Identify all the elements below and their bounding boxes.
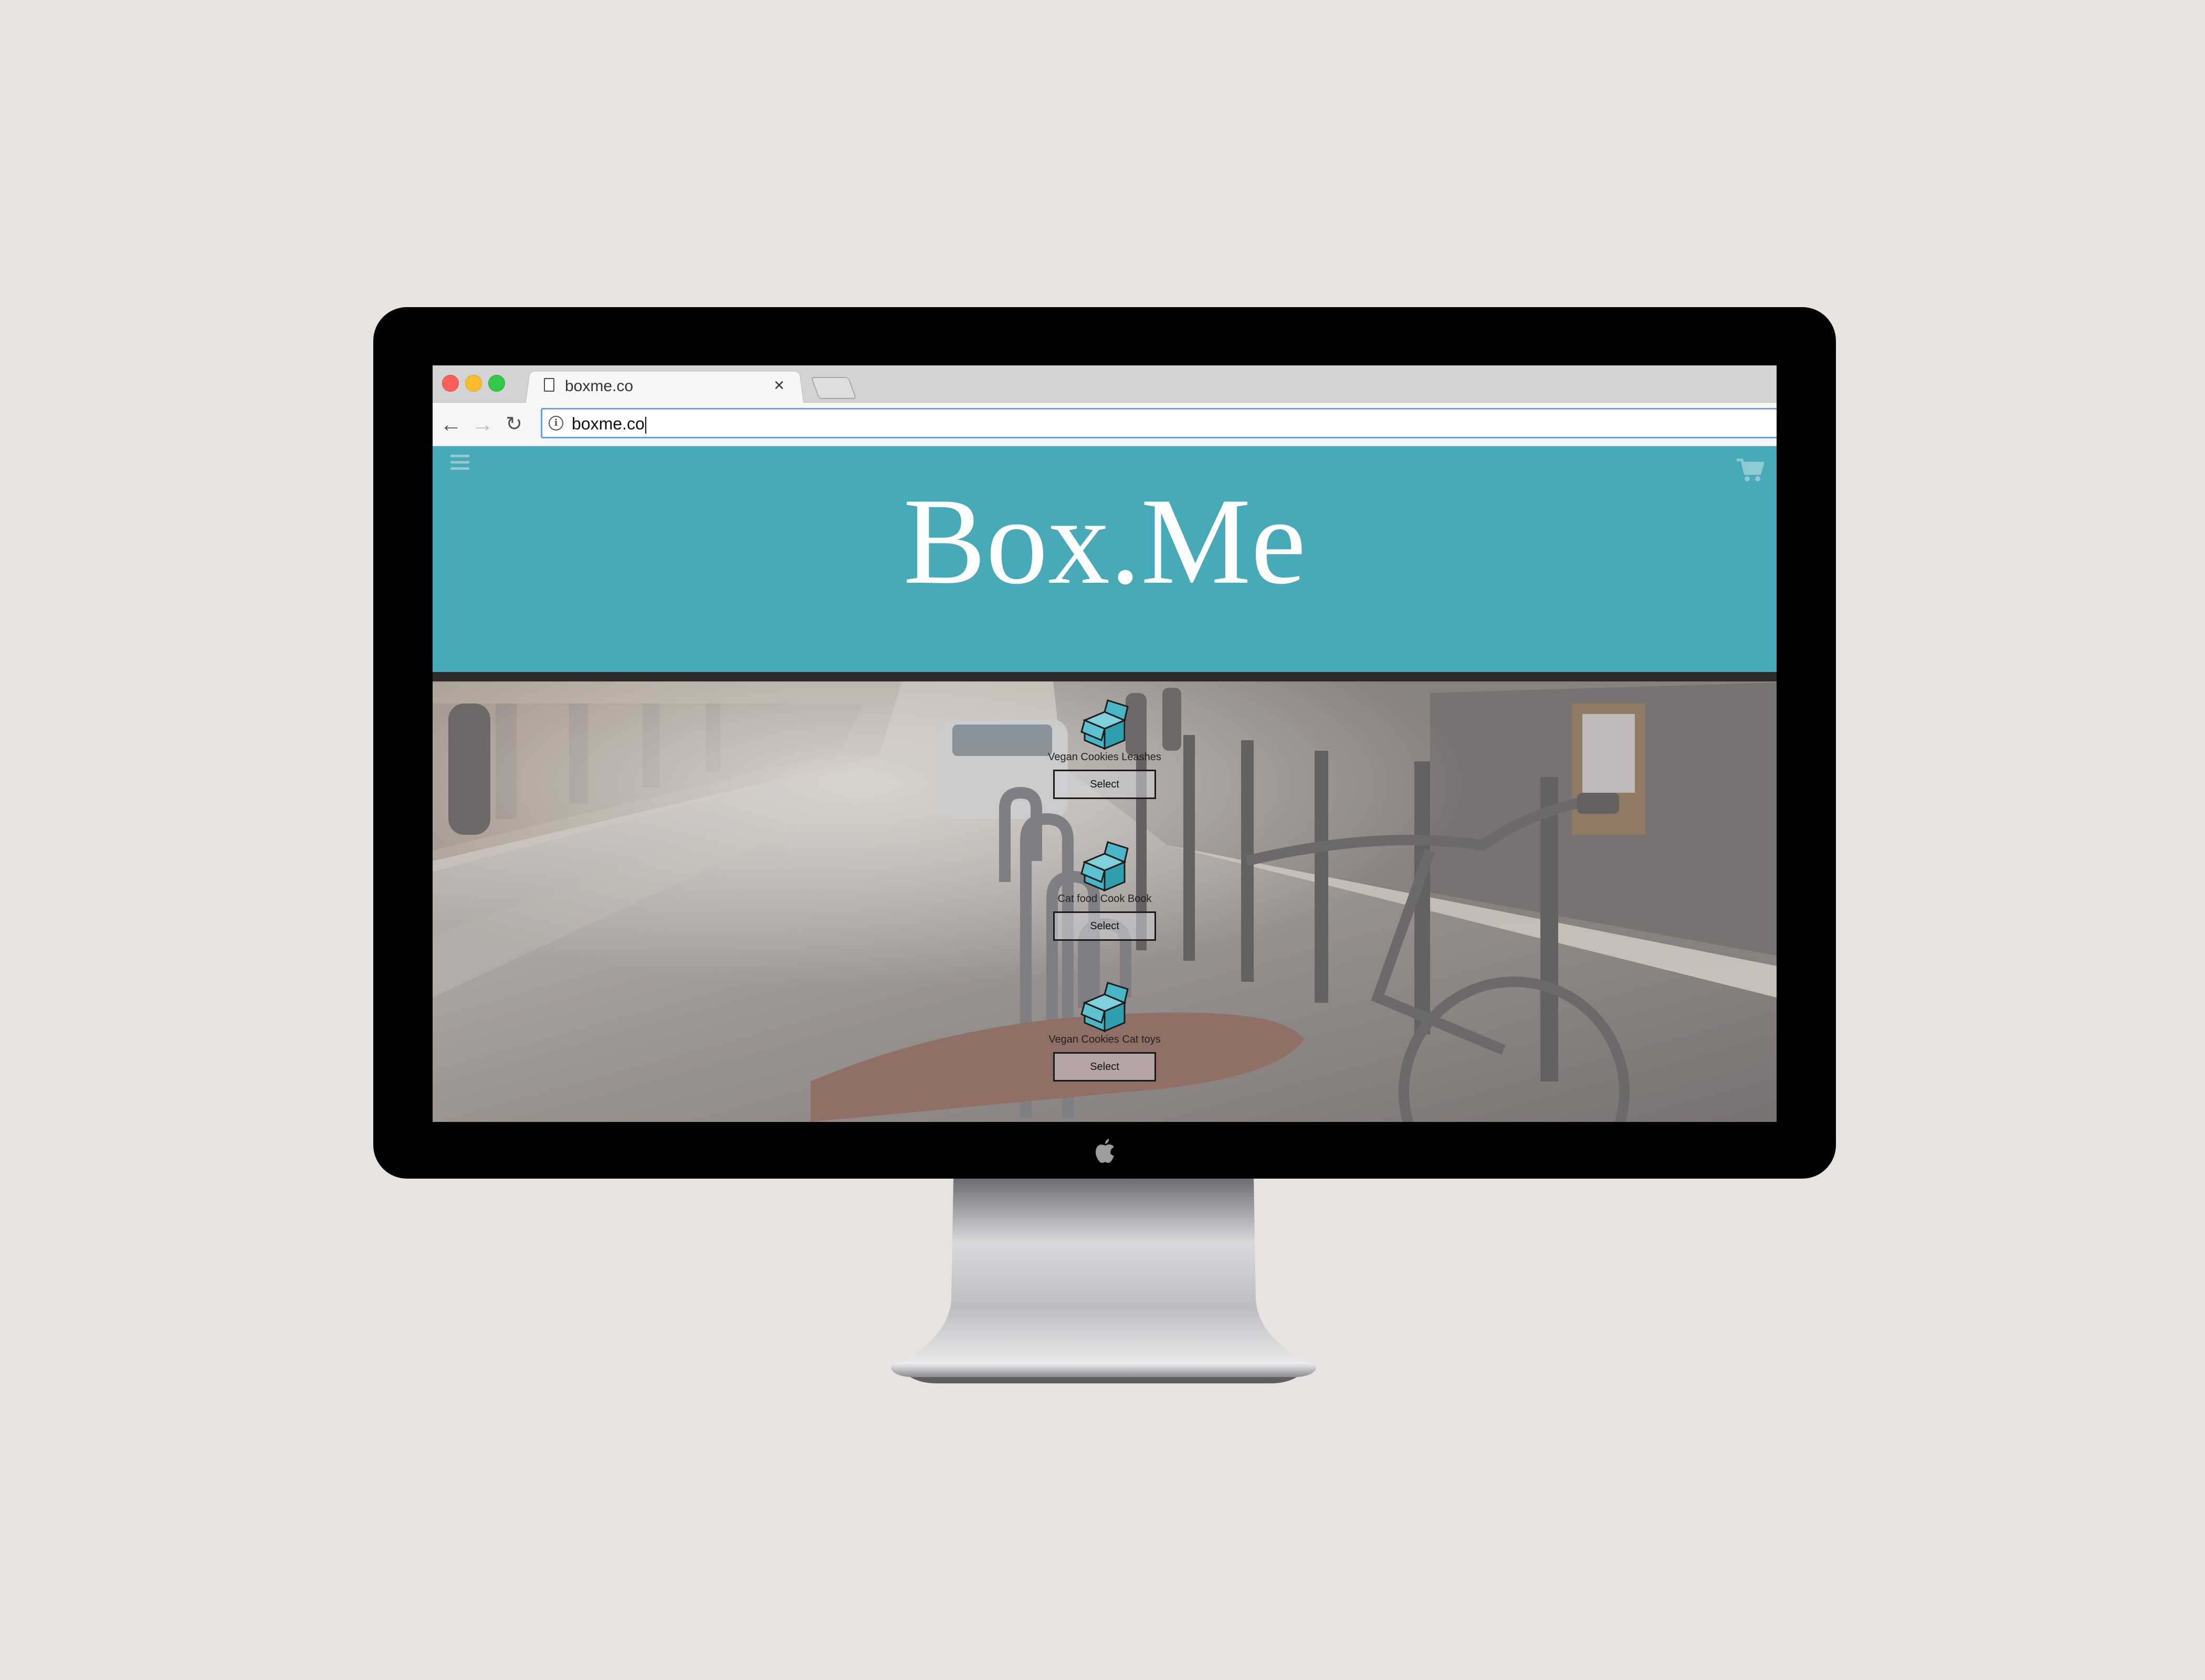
product-label: Vegan Cookies Cat toys (1048, 1034, 1161, 1045)
select-button[interactable]: Select (1053, 770, 1156, 799)
browser-toolbar: ← → ↻ i boxme.co (433, 403, 1777, 446)
reload-button[interactable]: ↻ (502, 412, 526, 436)
address-bar[interactable]: i boxme.co (541, 408, 1777, 438)
open-box-icon (1080, 841, 1129, 891)
product-card: Vegan Cookies Cat toys Select (1000, 982, 1210, 1082)
tab-title: boxme.co (565, 377, 634, 395)
hamburger-menu-icon[interactable] (450, 455, 469, 470)
product-label: Vegan Cookies Leashes (1048, 751, 1161, 763)
open-box-icon (1080, 699, 1129, 750)
minimize-window-button[interactable] (465, 375, 482, 392)
web-page: Box.Me Vegan Cookies Leashes Select Cat … (433, 446, 1777, 1122)
apple-logo-icon (1096, 1139, 1114, 1163)
product-label: Cat food Cook Book (1057, 893, 1152, 905)
new-tab-button[interactable] (811, 377, 857, 399)
hero-top-strip (433, 672, 1777, 681)
url-text[interactable]: boxme.co (572, 415, 646, 434)
site-header: Box.Me (433, 446, 1777, 672)
screen: boxme.co × ← → ↻ i boxme.co Box.Me Vegan… (433, 365, 1777, 1122)
back-button[interactable]: ← (439, 412, 463, 436)
tab-close-button[interactable]: × (774, 375, 784, 396)
site-logo-title: Box.Me (903, 473, 1306, 610)
forward-button[interactable]: → (470, 412, 495, 436)
browser-tab[interactable]: boxme.co × (536, 370, 793, 402)
text-caret (645, 416, 646, 434)
product-card: Cat food Cook Book Select (1000, 841, 1210, 941)
hero-background: Vegan Cookies Leashes Select Cat food Co… (433, 672, 1777, 1122)
open-box-icon (1080, 982, 1129, 1032)
monitor-stand (891, 1179, 1316, 1383)
browser-tab-bar: boxme.co × (433, 365, 1777, 405)
select-button[interactable]: Select (1053, 911, 1156, 941)
document-icon (544, 378, 554, 392)
info-icon[interactable]: i (549, 416, 563, 430)
zoom-window-button[interactable] (488, 375, 505, 392)
select-button[interactable]: Select (1053, 1052, 1156, 1082)
product-card: Vegan Cookies Leashes Select (1000, 699, 1210, 799)
close-window-button[interactable] (442, 375, 459, 392)
